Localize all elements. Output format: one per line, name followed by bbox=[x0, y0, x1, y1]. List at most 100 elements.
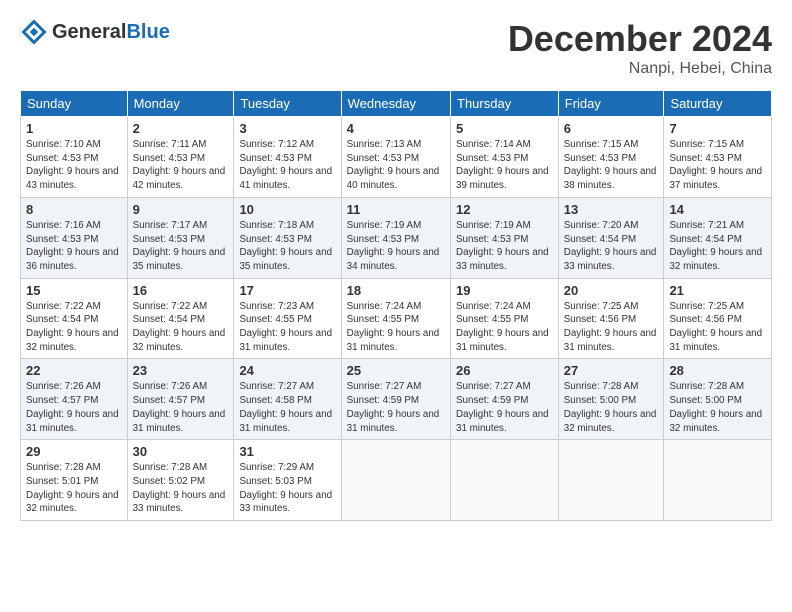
day-number: 21 bbox=[669, 283, 766, 298]
page: GeneralBlue December 2024 Nanpi, Hebei, … bbox=[0, 0, 792, 531]
logo-text: GeneralBlue bbox=[52, 21, 170, 44]
calendar-day-cell: 25 Sunrise: 7:27 AMSunset: 4:59 PMDayligh… bbox=[341, 359, 450, 440]
day-info: Sunrise: 7:14 AMSunset: 4:53 PMDaylight:… bbox=[456, 139, 549, 191]
day-info: Sunrise: 7:25 AMSunset: 4:56 PMDaylight:… bbox=[564, 301, 657, 353]
day-info: Sunrise: 7:26 AMSunset: 4:57 PMDaylight:… bbox=[133, 381, 226, 433]
calendar-day-cell: 11Sunrise: 7:19 AMSunset: 4:53 PMDayligh… bbox=[341, 197, 450, 278]
calendar-day-cell: 5 Sunrise: 7:14 AMSunset: 4:53 PMDaylight… bbox=[451, 117, 559, 198]
calendar-day-cell: 30 Sunrise: 7:28 AMSunset: 5:02 PMDayligh… bbox=[127, 440, 234, 521]
day-info: Sunrise: 7:22 AMSunset: 4:54 PMDaylight:… bbox=[26, 301, 119, 353]
location-title: Nanpi, Hebei, China bbox=[508, 60, 772, 78]
header-cell-thursday: Thursday bbox=[451, 91, 559, 117]
calendar-empty-cell bbox=[664, 440, 772, 521]
calendar-week-row: 22Sunrise: 7:26 AMSunset: 4:57 PMDayligh… bbox=[21, 359, 772, 440]
day-info: Sunrise: 7:22 AMSunset: 4:54 PMDaylight:… bbox=[133, 301, 226, 353]
day-info: Sunrise: 7:24 AMSunset: 4:55 PMDaylight:… bbox=[347, 301, 440, 353]
day-number: 26 bbox=[456, 363, 553, 378]
calendar-day-cell: 21 Sunrise: 7:25 AMSunset: 4:56 PMDayligh… bbox=[664, 278, 772, 359]
calendar-day-cell: 10 Sunrise: 7:18 AMSunset: 4:53 PMDayligh… bbox=[234, 197, 341, 278]
day-number: 19 bbox=[456, 283, 553, 298]
calendar-week-row: 1 Sunrise: 7:10 AMSunset: 4:53 PMDaylight… bbox=[21, 117, 772, 198]
day-info: Sunrise: 7:28 AMSunset: 5:01 PMDaylight:… bbox=[26, 462, 119, 514]
header-cell-monday: Monday bbox=[127, 91, 234, 117]
header-cell-wednesday: Wednesday bbox=[341, 91, 450, 117]
day-info: Sunrise: 7:27 AMSunset: 4:59 PMDaylight:… bbox=[347, 381, 440, 433]
day-info: Sunrise: 7:23 AMSunset: 4:55 PMDaylight:… bbox=[239, 301, 332, 353]
day-number: 29 bbox=[26, 444, 122, 459]
day-info: Sunrise: 7:13 AMSunset: 4:53 PMDaylight:… bbox=[347, 139, 440, 191]
day-number: 20 bbox=[564, 283, 659, 298]
calendar-day-cell: 6 Sunrise: 7:15 AMSunset: 4:53 PMDaylight… bbox=[558, 117, 664, 198]
day-info: Sunrise: 7:21 AMSunset: 4:54 PMDaylight:… bbox=[669, 220, 762, 272]
day-number: 10 bbox=[239, 202, 335, 217]
header-cell-saturday: Saturday bbox=[664, 91, 772, 117]
day-number: 17 bbox=[239, 283, 335, 298]
day-number: 28 bbox=[669, 363, 766, 378]
logo-icon bbox=[20, 18, 48, 46]
day-info: Sunrise: 7:29 AMSunset: 5:03 PMDaylight:… bbox=[239, 462, 332, 514]
calendar-day-cell: 27Sunrise: 7:28 AMSunset: 5:00 PMDayligh… bbox=[558, 359, 664, 440]
calendar-empty-cell bbox=[341, 440, 450, 521]
day-number: 14 bbox=[669, 202, 766, 217]
day-info: Sunrise: 7:19 AMSunset: 4:53 PMDaylight:… bbox=[456, 220, 549, 272]
calendar-day-cell: 12 Sunrise: 7:19 AMSunset: 4:53 PMDayligh… bbox=[451, 197, 559, 278]
calendar-day-cell: 26 Sunrise: 7:27 AMSunset: 4:59 PMDayligh… bbox=[451, 359, 559, 440]
day-number: 24 bbox=[239, 363, 335, 378]
day-number: 2 bbox=[133, 121, 229, 136]
day-info: Sunrise: 7:11 AMSunset: 4:53 PMDaylight:… bbox=[133, 139, 226, 191]
day-info: Sunrise: 7:12 AMSunset: 4:53 PMDaylight:… bbox=[239, 139, 332, 191]
day-info: Sunrise: 7:15 AMSunset: 4:53 PMDaylight:… bbox=[564, 139, 657, 191]
calendar-week-row: 29 Sunrise: 7:28 AMSunset: 5:01 PMDayligh… bbox=[21, 440, 772, 521]
calendar-day-cell: 7Sunrise: 7:15 AMSunset: 4:53 PMDaylight… bbox=[664, 117, 772, 198]
calendar-day-cell: 8Sunrise: 7:16 AMSunset: 4:53 PMDaylight… bbox=[21, 197, 128, 278]
day-number: 25 bbox=[347, 363, 445, 378]
day-number: 5 bbox=[456, 121, 553, 136]
calendar-day-cell: 22Sunrise: 7:26 AMSunset: 4:57 PMDayligh… bbox=[21, 359, 128, 440]
calendar-day-cell: 2 Sunrise: 7:11 AMSunset: 4:53 PMDaylight… bbox=[127, 117, 234, 198]
day-info: Sunrise: 7:15 AMSunset: 4:53 PMDaylight:… bbox=[669, 139, 762, 191]
calendar-empty-cell bbox=[558, 440, 664, 521]
day-number: 23 bbox=[133, 363, 229, 378]
calendar-day-cell: 14 Sunrise: 7:21 AMSunset: 4:54 PMDayligh… bbox=[664, 197, 772, 278]
day-info: Sunrise: 7:27 AMSunset: 4:59 PMDaylight:… bbox=[456, 381, 549, 433]
day-number: 30 bbox=[133, 444, 229, 459]
day-number: 27 bbox=[564, 363, 659, 378]
calendar-header-row: SundayMondayTuesdayWednesdayThursdayFrid… bbox=[21, 91, 772, 117]
day-number: 18 bbox=[347, 283, 445, 298]
calendar-day-cell: 4 Sunrise: 7:13 AMSunset: 4:53 PMDaylight… bbox=[341, 117, 450, 198]
calendar-day-cell: 19Sunrise: 7:24 AMSunset: 4:55 PMDayligh… bbox=[451, 278, 559, 359]
day-info: Sunrise: 7:17 AMSunset: 4:53 PMDaylight:… bbox=[133, 220, 226, 272]
header-cell-tuesday: Tuesday bbox=[234, 91, 341, 117]
calendar-day-cell: 31 Sunrise: 7:29 AMSunset: 5:03 PMDayligh… bbox=[234, 440, 341, 521]
day-info: Sunrise: 7:28 AMSunset: 5:02 PMDaylight:… bbox=[133, 462, 226, 514]
calendar-day-cell: 17 Sunrise: 7:23 AMSunset: 4:55 PMDayligh… bbox=[234, 278, 341, 359]
day-number: 12 bbox=[456, 202, 553, 217]
day-info: Sunrise: 7:28 AMSunset: 5:00 PMDaylight:… bbox=[669, 381, 762, 433]
day-number: 16 bbox=[133, 283, 229, 298]
day-info: Sunrise: 7:26 AMSunset: 4:57 PMDaylight:… bbox=[26, 381, 119, 433]
calendar-day-cell: 3 Sunrise: 7:12 AMSunset: 4:53 PMDaylight… bbox=[234, 117, 341, 198]
calendar-day-cell: 15Sunrise: 7:22 AMSunset: 4:54 PMDayligh… bbox=[21, 278, 128, 359]
title-block: December 2024 Nanpi, Hebei, China bbox=[508, 18, 772, 78]
calendar-day-cell: 23 Sunrise: 7:26 AMSunset: 4:57 PMDayligh… bbox=[127, 359, 234, 440]
day-info: Sunrise: 7:25 AMSunset: 4:56 PMDaylight:… bbox=[669, 301, 762, 353]
header-cell-friday: Friday bbox=[558, 91, 664, 117]
calendar-day-cell: 9Sunrise: 7:17 AMSunset: 4:53 PMDaylight… bbox=[127, 197, 234, 278]
calendar-day-cell: 29 Sunrise: 7:28 AMSunset: 5:01 PMDayligh… bbox=[21, 440, 128, 521]
day-number: 1 bbox=[26, 121, 122, 136]
day-info: Sunrise: 7:10 AMSunset: 4:53 PMDaylight:… bbox=[26, 139, 119, 191]
day-info: Sunrise: 7:18 AMSunset: 4:53 PMDaylight:… bbox=[239, 220, 332, 272]
calendar-day-cell: 20 Sunrise: 7:25 AMSunset: 4:56 PMDayligh… bbox=[558, 278, 664, 359]
calendar-day-cell: 16 Sunrise: 7:22 AMSunset: 4:54 PMDayligh… bbox=[127, 278, 234, 359]
calendar-day-cell: 13Sunrise: 7:20 AMSunset: 4:54 PMDayligh… bbox=[558, 197, 664, 278]
calendar-empty-cell bbox=[451, 440, 559, 521]
day-number: 31 bbox=[239, 444, 335, 459]
day-number: 3 bbox=[239, 121, 335, 136]
logo: GeneralBlue bbox=[20, 18, 170, 46]
header-cell-sunday: Sunday bbox=[21, 91, 128, 117]
day-number: 6 bbox=[564, 121, 659, 136]
day-number: 11 bbox=[347, 202, 445, 217]
calendar-day-cell: 28 Sunrise: 7:28 AMSunset: 5:00 PMDayligh… bbox=[664, 359, 772, 440]
calendar-day-cell: 18 Sunrise: 7:24 AMSunset: 4:55 PMDayligh… bbox=[341, 278, 450, 359]
day-number: 4 bbox=[347, 121, 445, 136]
